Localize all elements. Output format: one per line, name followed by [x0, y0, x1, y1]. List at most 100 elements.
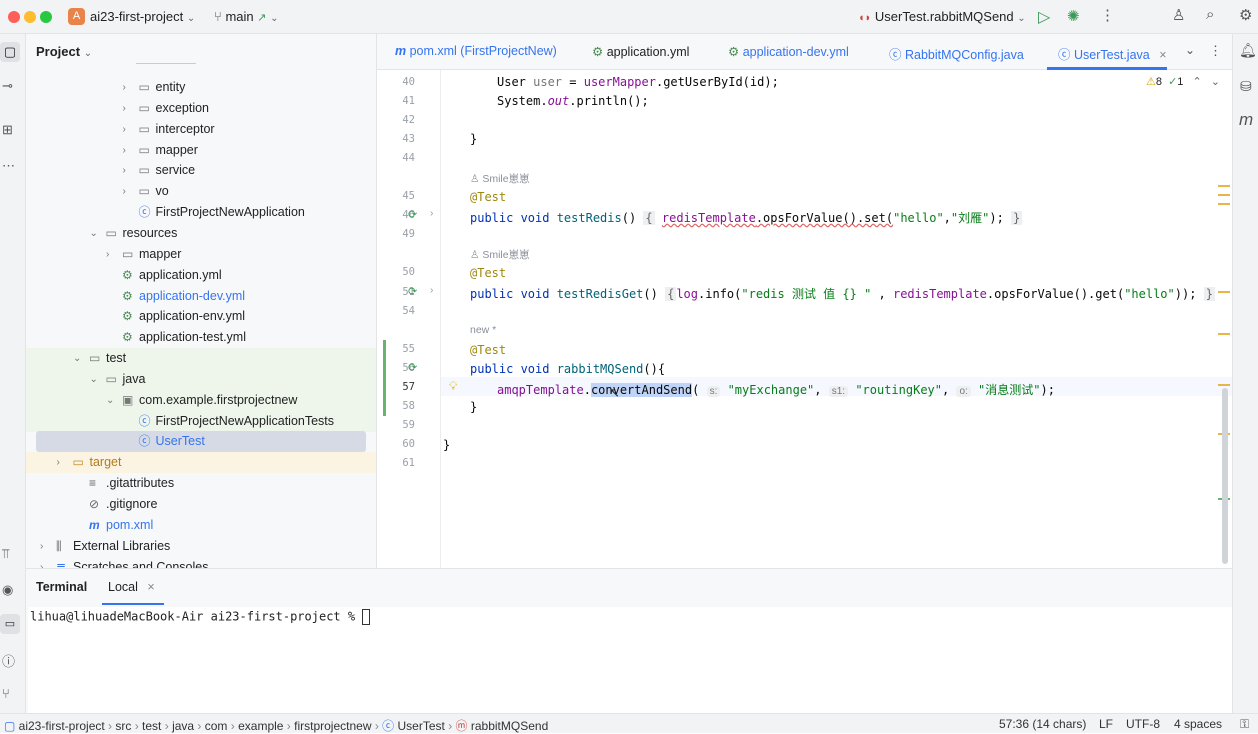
minimize-window-button[interactable]	[24, 11, 36, 23]
chevron-right-icon[interactable]: ›	[123, 181, 126, 202]
chevron-right-icon[interactable]: ›	[123, 160, 126, 181]
lightbulb-icon[interactable]: 💡︎	[449, 379, 457, 394]
breadcrumb-item[interactable]: test	[142, 719, 161, 733]
project-switcher[interactable]: ai23-first-project ⌄	[90, 9, 195, 24]
run-test-gutter-icon[interactable]: ⟳	[408, 285, 417, 298]
chevron-down-icon[interactable]: ⌄	[90, 223, 98, 244]
chevron-right-icon[interactable]: ›	[123, 77, 126, 98]
tree-item-application-dev-yml[interactable]: ⚙ application-dev.yml	[26, 286, 376, 307]
tree-item-test[interactable]: ⌄ ▭ test	[26, 348, 376, 370]
tree-item-interceptor[interactable]: › ▭ interceptor	[26, 119, 376, 140]
tree-item-com-example-firstprojectnew[interactable]: ⌄ ▣ com.example.firstprojectnew	[26, 389, 376, 411]
git-icon[interactable]: ⑂	[2, 686, 10, 701]
chevron-right-icon[interactable]: ›	[123, 98, 126, 119]
breadcrumb-item[interactable]: src	[115, 719, 131, 733]
fold-chevron-icon[interactable]: ›	[430, 285, 433, 296]
maven-tool-icon[interactable]: m	[1239, 110, 1253, 130]
tree-item-usertest[interactable]: ⓒ UserTest	[36, 431, 366, 453]
lock-icon[interactable]: ⚿	[1240, 717, 1249, 732]
chevron-right-icon[interactable]: ›	[123, 119, 126, 140]
terminal-tool-icon[interactable]: ▭	[0, 614, 20, 634]
tree-item-resources[interactable]: ⌄ ▭ resources	[26, 223, 376, 244]
database-icon[interactable]: ⛁	[1240, 78, 1252, 95]
tree-item-application-env-yml[interactable]: ⚙ application-env.yml	[26, 306, 376, 327]
build-icon[interactable]: ⫪	[2, 546, 9, 562]
tree-item-application-test-yml[interactable]: ⚙ application-test.yml	[26, 327, 376, 348]
notifications-icon[interactable]: 🔔︎	[1239, 42, 1257, 59]
close-window-button[interactable]	[8, 11, 20, 23]
breadcrumb-item[interactable]: example	[238, 719, 283, 733]
project-badge[interactable]: A	[68, 8, 85, 25]
more-actions-icon[interactable]: ⋮	[1100, 6, 1115, 24]
terminal-output[interactable]: lihua@lihuadeMacBook-Air ai23-first-proj…	[28, 607, 1232, 713]
tree-item-vo[interactable]: › ▭ vo	[26, 181, 376, 202]
run-config-selector[interactable]: ◖◗ UserTest.rabbitMQSend ⌄	[858, 9, 1026, 24]
chevron-right-icon[interactable]: ›	[123, 140, 126, 161]
file-encoding[interactable]: UTF-8	[1126, 717, 1160, 731]
caret-position[interactable]: 57:36 (14 chars)	[999, 717, 1086, 731]
project-panel-header[interactable]: Project ⌄	[36, 44, 92, 59]
tree-item-firstprojectnewapplicationtests[interactable]: ⓒ FirstProjectNewApplicationTests	[26, 410, 376, 432]
more-tools-icon[interactable]: ⋯	[2, 158, 15, 174]
chevron-right-icon[interactable]: ›	[40, 557, 43, 568]
breadcrumb-item[interactable]: UserTest	[398, 719, 445, 733]
problems-icon[interactable]: ⓘ	[2, 651, 15, 670]
author-hint[interactable]: new *	[470, 324, 496, 336]
breadcrumb-item[interactable]: java	[172, 719, 194, 733]
project-tool-icon[interactable]: ▢	[0, 42, 20, 62]
tree-item-gitattributes[interactable]: ≡ .gitattributes	[26, 473, 376, 494]
tree-item-mapper[interactable]: › ▭ mapper	[26, 244, 376, 265]
tree-item-service[interactable]: › ▭ service	[26, 160, 376, 181]
breadcrumb-item[interactable]: firstprojectnew	[294, 719, 371, 733]
author-hint[interactable]: ♙ Smile崽崽	[470, 171, 530, 186]
next-highlight-icon[interactable]: ⌄	[1211, 76, 1220, 88]
tree-item-gitignore[interactable]: ⊘ .gitignore	[26, 494, 376, 515]
chevron-down-icon[interactable]: ⌄	[73, 348, 81, 369]
run-test-gutter-icon[interactable]: ⟳	[408, 208, 417, 221]
run-icon[interactable]: ▷	[1038, 7, 1050, 27]
tree-item-exception[interactable]: › ▭ exception	[26, 98, 376, 119]
tab-user-test[interactable]: ⓒ UserTest.java ×	[1058, 44, 1167, 63]
branch-switcher[interactable]: ⑂ main ↗ ⌄	[214, 9, 278, 24]
breadcrumb-item[interactable]: com	[205, 719, 228, 733]
tree-item-java[interactable]: ⌄ ▭ java	[26, 368, 376, 390]
breadcrumb-item[interactable]: ai23-first-project	[19, 719, 105, 733]
tree-item-entity[interactable]: › ▭ entity	[26, 77, 376, 98]
tree-item-external-libraries[interactable]: › ⫼ External Libraries	[26, 536, 376, 557]
debug-icon[interactable]: ✺	[1067, 7, 1080, 25]
tree-item-scratches-and-consoles[interactable]: › ≣ Scratches and Consoles	[26, 557, 376, 568]
code-editor[interactable]	[377, 70, 1232, 568]
breadcrumb-item[interactable]: rabbitMQSend	[471, 719, 548, 733]
fold-chevron-icon[interactable]: ›	[430, 208, 433, 219]
previous-highlight-icon[interactable]: ⌃	[1192, 76, 1201, 88]
tabs-dropdown-icon[interactable]: ⌄	[1185, 43, 1195, 57]
gear-icon[interactable]: ⚙	[1239, 6, 1252, 24]
close-tab-icon[interactable]: ×	[147, 580, 154, 594]
inspection-widget[interactable]: ⚠8 ✓1 ⌃ ⌄	[1146, 75, 1220, 88]
tree-item-mapper[interactable]: › ▭ mapper	[26, 140, 376, 161]
tabs-more-icon[interactable]: ⋮	[1209, 43, 1222, 59]
tree-item-application-yml[interactable]: ⚙ application.yml	[26, 265, 376, 286]
chevron-right-icon[interactable]: ›	[40, 536, 43, 557]
tab-application-yml[interactable]: ⚙ application.yml	[592, 44, 689, 59]
search-icon[interactable]: ⌕	[1206, 6, 1214, 23]
add-user-icon[interactable]: ♙	[1172, 6, 1185, 24]
run-test-gutter-icon[interactable]: ⟳	[408, 361, 417, 374]
maximize-window-button[interactable]	[40, 11, 52, 23]
chevron-down-icon[interactable]: ⌄	[90, 369, 98, 390]
chevron-right-icon[interactable]: ›	[106, 244, 109, 265]
tree-item-firstprojectnewapplication[interactable]: ⓒ FirstProjectNewApplication	[26, 202, 376, 223]
terminal-tab-local[interactable]: Local ×	[108, 580, 155, 594]
indent-setting[interactable]: 4 spaces	[1174, 717, 1222, 731]
tree-item-pom-xml[interactable]: m pom.xml	[26, 515, 376, 536]
services-icon[interactable]: ◉	[2, 582, 13, 598]
commit-icon[interactable]: ⊸	[2, 78, 13, 94]
tab-rabbitmq-config[interactable]: ⓒ RabbitMQConfig.java	[889, 44, 1024, 63]
structure-icon[interactable]: ⊞	[2, 122, 13, 138]
tab-application-dev-yml[interactable]: ⚙ application-dev.yml	[728, 44, 849, 59]
tree-item-target[interactable]: › ▭ target	[26, 452, 376, 474]
author-hint[interactable]: ♙ Smile崽崽	[470, 247, 530, 262]
line-separator[interactable]: LF	[1099, 717, 1113, 731]
chevron-down-icon[interactable]: ⌄	[106, 390, 114, 411]
tab-pom-xml[interactable]: m pom.xml (FirstProjectNew)	[395, 44, 557, 58]
